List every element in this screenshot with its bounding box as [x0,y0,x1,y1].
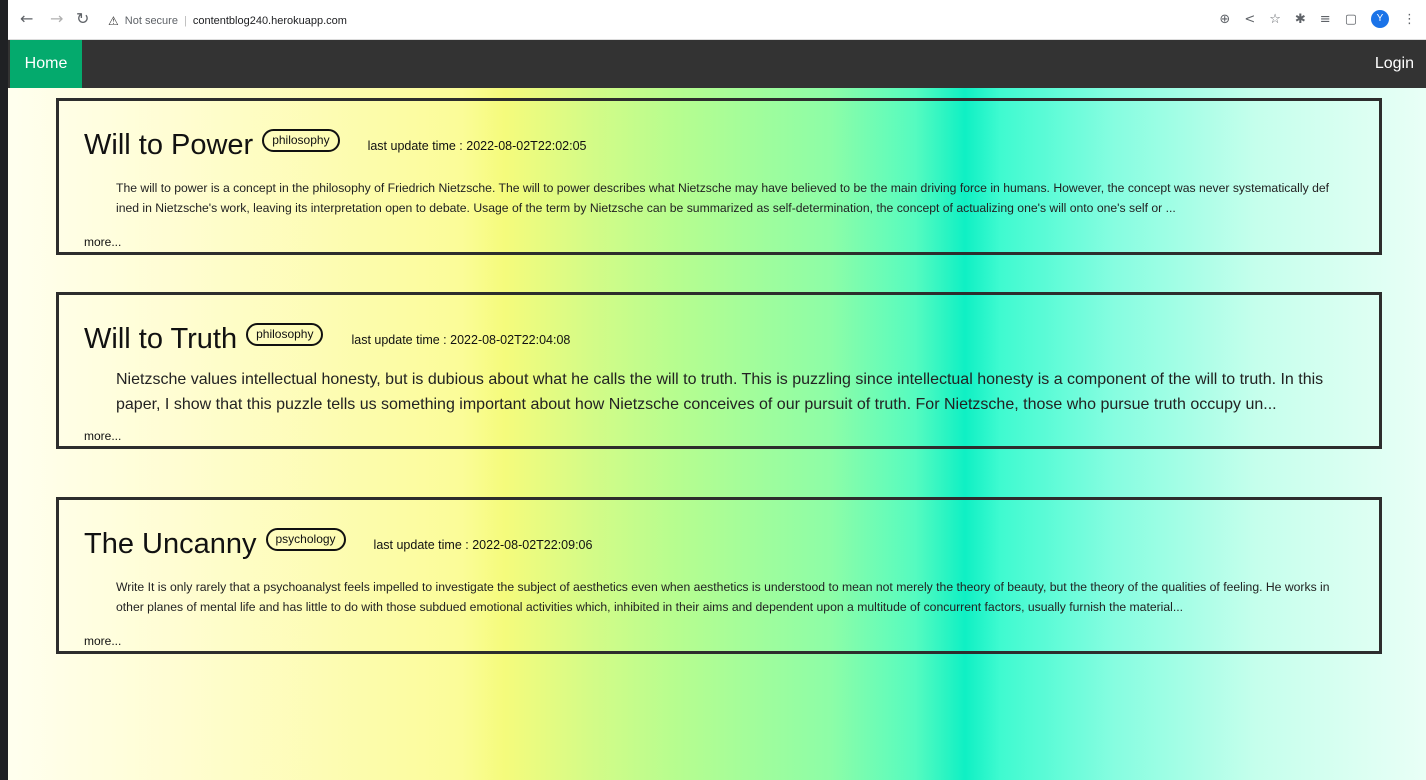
post-title[interactable]: Will to Truth [84,323,237,356]
post-header: Will to Power philosophy last update tim… [84,129,586,162]
post-title[interactable]: The Uncanny [84,528,257,561]
post-header: The Uncanny psychology last update time … [84,528,592,561]
nav-home-link[interactable]: Home [10,40,82,88]
page-viewport: Home Login Will to Power philosophy last… [8,40,1426,780]
post-excerpt: Nietzsche values intellectual honesty, b… [116,371,1324,413]
more-link[interactable]: more... [84,429,121,443]
post-tag[interactable]: psychology [265,528,346,551]
more-link[interactable]: more... [84,235,121,249]
post-updated-time: last update time : 2022-08-02T22:02:05 [367,138,587,153]
warning-icon: ⚠ [108,14,119,28]
address-separator: | [183,15,187,27]
back-icon[interactable]: ← [20,11,33,27]
post-excerpt: Write It is only rarely that a psychoana… [116,580,1330,614]
reload-icon[interactable]: ↻ [76,11,89,27]
url-text: contentblog240.herokuapp.com [192,15,347,27]
post-tag[interactable]: philosophy [246,323,324,346]
profile-avatar[interactable]: Y [1371,10,1389,28]
bookmark-star-icon[interactable]: ☆ [1269,13,1281,26]
post-tag[interactable]: philosophy [262,129,340,152]
post-excerpt: The will to power is a concept in the ph… [116,181,1330,215]
extensions-puzzle-icon[interactable]: ✱ [1295,13,1306,26]
reading-list-icon[interactable]: ≡ [1320,13,1331,26]
post-updated-time: last update time : 2022-08-02T22:09:06 [373,537,593,552]
desktop-edge [0,0,8,780]
share-icon[interactable]: < [1244,13,1255,26]
post-card-will-to-power: Will to Power philosophy last update tim… [56,98,1382,255]
post-card-the-uncanny: The Uncanny psychology last update time … [56,497,1382,654]
zoom-icon[interactable]: ⊕ [1219,13,1230,26]
top-navigation: Home Login [8,40,1426,88]
menu-kebab-icon[interactable]: ⋮ [1403,13,1416,26]
toolbar-icons: ⊕ < ☆ ✱ ≡ ▢ Y ⋮ [1219,10,1416,28]
post-updated-time: last update time : 2022-08-02T22:04:08 [351,332,571,347]
more-link[interactable]: more... [84,634,121,648]
post-card-will-to-truth: Will to Truth philosophy last update tim… [56,292,1382,449]
address-bar[interactable]: ⚠ Not secure | contentblog240.herokuapp.… [108,8,1008,34]
browser-toolbar: ← → ↻ ⚠ Not secure | contentblog240.hero… [8,0,1426,40]
security-label: Not secure [124,15,178,27]
post-header: Will to Truth philosophy last update tim… [84,323,570,356]
nav-login-link[interactable]: Login [1375,40,1414,88]
forward-icon[interactable]: → [50,11,63,27]
post-title[interactable]: Will to Power [84,129,253,162]
side-panel-icon[interactable]: ▢ [1345,13,1357,26]
